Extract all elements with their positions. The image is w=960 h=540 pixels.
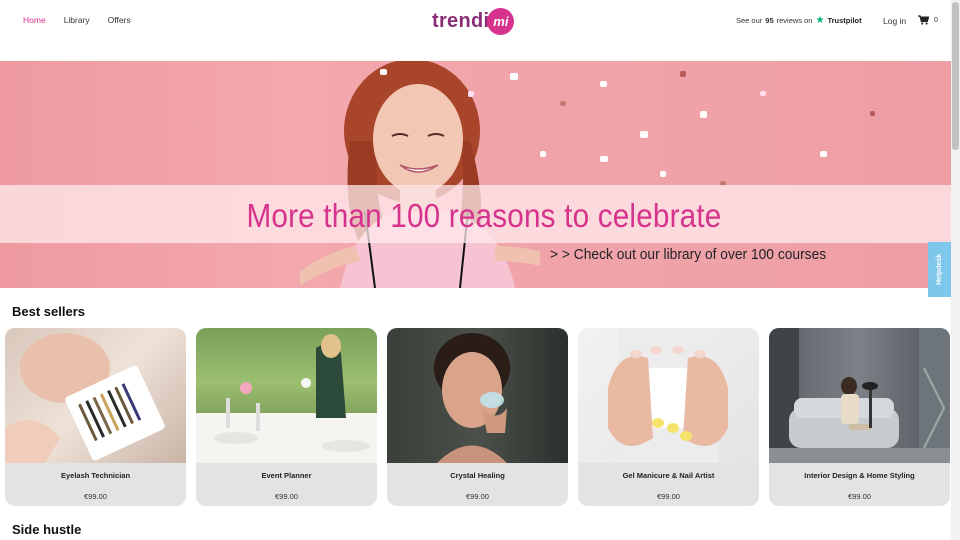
confetti	[870, 111, 875, 116]
main-nav: Home Library Offers	[23, 15, 131, 25]
product-card[interactable]: Crystal Healing €99.00	[387, 328, 568, 506]
product-price: €99.00	[84, 492, 107, 501]
site-logo[interactable]: trendi mi	[432, 6, 515, 36]
trust-suffix: reviews on	[776, 16, 813, 25]
confetti	[640, 131, 648, 138]
trust-prefix: See our	[736, 16, 763, 25]
confetti	[600, 81, 607, 87]
product-name: Event Planner	[261, 471, 312, 480]
logo-word: trendi	[432, 9, 490, 32]
helpdesk-tab[interactable]: Helpdesk	[928, 242, 951, 297]
confetti	[560, 101, 566, 106]
star-icon: ★	[815, 15, 825, 26]
product-name: Crystal Healing	[450, 471, 505, 480]
shopping-cart-icon	[918, 15, 929, 25]
trust-count: 95	[765, 16, 774, 25]
product-card[interactable]: Gel Manicure & Nail Artist €99.00	[578, 328, 759, 506]
nav-home[interactable]: Home	[23, 15, 46, 25]
confetti	[700, 111, 707, 118]
hero-subline[interactable]: > > Check out our library of over 100 co…	[550, 246, 826, 263]
confetti	[600, 156, 608, 162]
scrollbar-thumb[interactable]	[952, 2, 959, 150]
trustpilot-widget[interactable]: See our 95 reviews on ★ Trustpilot	[736, 15, 862, 26]
product-image	[5, 328, 186, 463]
product-card[interactable]: Interior Design & Home Styling €99.00	[769, 328, 950, 506]
best-sellers-list: Eyelash Technician €99.00 Event Planner …	[5, 328, 950, 506]
hero-banner[interactable]: More than 100 reasons to celebrate > > C…	[0, 61, 951, 288]
product-image	[387, 328, 568, 463]
product-image	[769, 328, 950, 463]
product-image	[196, 328, 377, 463]
page-scrollbar[interactable]	[951, 0, 960, 540]
trust-brand: Trustpilot	[827, 16, 862, 25]
confetti	[540, 151, 546, 157]
hero-woman-illustration	[300, 61, 540, 288]
product-image	[578, 328, 759, 463]
product-card[interactable]: Eyelash Technician €99.00	[5, 328, 186, 506]
best-sellers-heading: Best sellers	[12, 304, 85, 319]
confetti	[760, 91, 766, 96]
confetti	[468, 91, 474, 97]
confetti	[820, 151, 827, 157]
confetti	[680, 71, 686, 77]
product-card[interactable]: Event Planner €99.00	[196, 328, 377, 506]
product-price: €99.00	[848, 492, 871, 501]
cart-button[interactable]: 0	[918, 15, 938, 25]
nav-offers[interactable]: Offers	[108, 15, 131, 25]
nav-library[interactable]: Library	[64, 15, 90, 25]
confetti	[510, 73, 518, 80]
product-price: €99.00	[657, 492, 680, 501]
logo-badge: mi	[487, 7, 515, 35]
cart-count: 0	[934, 16, 938, 24]
hero-headline: More than 100 reasons to celebrate	[246, 197, 722, 234]
product-price: €99.00	[275, 492, 298, 501]
product-price: €99.00	[466, 492, 489, 501]
confetti	[380, 69, 387, 75]
site-header: Home Library Offers trendi mi See our 95…	[0, 0, 951, 42]
product-name: Interior Design & Home Styling	[804, 471, 915, 480]
product-name: Eyelash Technician	[60, 471, 131, 480]
confetti	[660, 171, 666, 177]
side-hustle-heading: Side hustle	[12, 522, 82, 537]
product-name: Gel Manicure & Nail Artist	[622, 471, 715, 480]
login-link[interactable]: Log in	[883, 16, 906, 26]
